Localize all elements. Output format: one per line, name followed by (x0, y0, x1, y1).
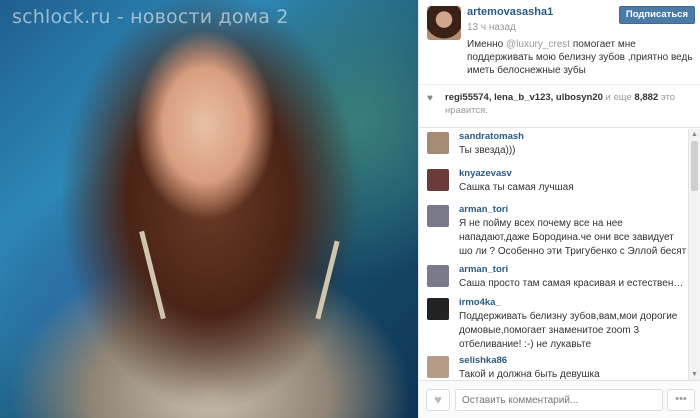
more-options-button[interactable]: ••• (667, 389, 695, 411)
scroll-down-icon[interactable]: ▼ (691, 371, 698, 378)
heart-icon: ♥ (427, 93, 433, 104)
photo-detail (139, 230, 166, 320)
commenter-avatar[interactable] (427, 356, 449, 378)
comment-text: Я не пойму всех почему все на нее напада… (459, 218, 687, 257)
comment-item: irmo4ka_ Поддерживать белизну зубов,вам,… (419, 295, 687, 353)
comment-text: Сашка ты самая лучшая (459, 182, 574, 193)
likes-summary: ♥ regi55574, lena_b_v123, ulbosyn20 и ещ… (419, 84, 700, 128)
commenter-avatar[interactable] (427, 205, 449, 227)
commenter-avatar[interactable] (427, 169, 449, 191)
comment-text: Саша просто там самая красивая и естеств… (459, 278, 687, 289)
follow-button[interactable]: Подписаться (618, 6, 695, 24)
commenter-avatar[interactable] (427, 132, 449, 154)
commenter-username[interactable]: arman_tori (459, 202, 687, 215)
comments-scrollbar[interactable]: ▲ ▼ (688, 129, 700, 380)
comment-text: Поддерживать белизну зубов,вам,мои дорог… (459, 311, 678, 350)
avatar[interactable] (427, 6, 461, 40)
commenter-username[interactable]: knyazevasv (459, 166, 687, 179)
likes-count-prefix: и еще (602, 92, 635, 103)
post-photo: schlock.ru - новости дома 2 (0, 0, 418, 418)
comment-item: arman_tori Саша просто там самая красива… (419, 262, 687, 295)
caption-mention[interactable]: @luxury_crest (506, 39, 570, 50)
post-time[interactable]: 13 ч назад (467, 22, 516, 33)
commenter-username[interactable]: irmo4ka_ (459, 295, 687, 308)
comment-text: Ты звезда))) (459, 145, 516, 156)
commenter-username[interactable]: arman_tori (459, 262, 687, 275)
post-header: artemovasasha1 13 ч назад Подписаться Им… (419, 0, 700, 84)
post-username[interactable]: artemovasasha1 (467, 6, 553, 18)
heart-icon: ♥ (434, 392, 442, 407)
comment-text: Такой и должна быть девушка (459, 369, 600, 380)
likes-count[interactable]: 8,882 (634, 92, 658, 103)
likes-users[interactable]: regi55574, lena_b_v123, ulbosyn20 (445, 92, 603, 103)
photo-detail (315, 240, 340, 320)
comment-item: arman_tori Я не пойму всех почему все на… (419, 202, 687, 262)
commenter-username[interactable]: selishka86 (459, 353, 687, 366)
scroll-up-icon[interactable]: ▲ (691, 131, 698, 138)
post-sidebar: artemovasasha1 13 ч назад Подписаться Им… (418, 0, 700, 418)
commenter-avatar[interactable] (427, 265, 449, 287)
scroll-thumb[interactable] (691, 141, 698, 191)
comment-item: knyazevasv Сашка ты самая лучшая (419, 166, 687, 202)
comment-input[interactable] (455, 389, 663, 411)
comment-item: sandratomash Ты звезда))) (419, 129, 687, 166)
comment-footer: ♥ ••• (419, 380, 700, 418)
comments-list: sandratomash Ты звезда))) knyazevasv Саш… (419, 129, 687, 380)
post-caption: Именно @luxury_crest помогает мне поддер… (467, 38, 695, 77)
caption-prefix: Именно (467, 39, 507, 50)
commenter-avatar[interactable] (427, 298, 449, 320)
comment-item: selishka86 Такой и должна быть девушка (419, 353, 687, 380)
commenter-username[interactable]: sandratomash (459, 129, 687, 142)
watermark: schlock.ru - новости дома 2 (12, 6, 289, 28)
like-button[interactable]: ♥ (426, 389, 450, 411)
